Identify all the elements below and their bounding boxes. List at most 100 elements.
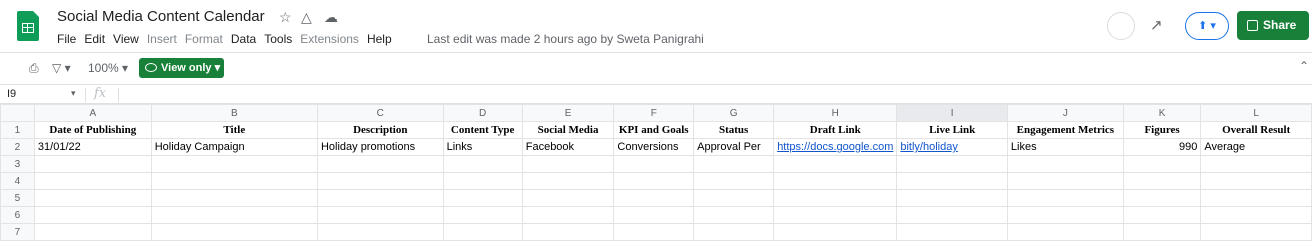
column-header-d[interactable]: D bbox=[442, 104, 523, 122]
row-header[interactable]: 1 bbox=[0, 121, 35, 139]
cell-f1[interactable]: KPI and Goals bbox=[613, 121, 695, 139]
cell-k5[interactable] bbox=[1122, 189, 1202, 207]
cell-c7[interactable] bbox=[316, 223, 444, 241]
select-all-corner[interactable] bbox=[0, 104, 35, 122]
cell-j3[interactable] bbox=[1006, 155, 1124, 173]
cell-l5[interactable] bbox=[1200, 189, 1312, 207]
cell-i4[interactable] bbox=[896, 172, 1008, 190]
cell-l2[interactable]: Average bbox=[1200, 138, 1312, 156]
cell-a4[interactable] bbox=[33, 172, 152, 190]
column-header-j[interactable]: J bbox=[1006, 104, 1124, 122]
cell-i6[interactable] bbox=[896, 206, 1008, 224]
print-icon[interactable]: ⎙ bbox=[29, 61, 39, 76]
cell-c3[interactable] bbox=[316, 155, 444, 173]
cell-e7[interactable] bbox=[521, 223, 615, 241]
cell-c5[interactable] bbox=[316, 189, 444, 207]
cell-k2[interactable]: 990 bbox=[1122, 138, 1202, 156]
menu-help[interactable]: Help bbox=[367, 32, 392, 46]
cell-j7[interactable] bbox=[1006, 223, 1124, 241]
cell-h3[interactable] bbox=[773, 155, 898, 173]
sheets-logo-icon[interactable] bbox=[17, 11, 39, 41]
cell-j6[interactable] bbox=[1006, 206, 1124, 224]
present-button[interactable]: ⬆ ▾ bbox=[1185, 12, 1229, 40]
cell-l7[interactable] bbox=[1200, 223, 1312, 241]
cell-g3[interactable] bbox=[693, 155, 775, 173]
cell-k3[interactable] bbox=[1122, 155, 1202, 173]
column-header-i[interactable]: I bbox=[896, 104, 1008, 122]
cell-e4[interactable] bbox=[521, 172, 615, 190]
menu-file[interactable]: File bbox=[57, 32, 76, 46]
cell-g2[interactable]: Approval Per bbox=[693, 138, 775, 156]
cell-k1[interactable]: Figures bbox=[1122, 121, 1202, 139]
chevron-down-icon[interactable]: ▾ bbox=[71, 88, 76, 99]
cell-j4[interactable] bbox=[1006, 172, 1124, 190]
cell-i2[interactable]: bitly/holiday bbox=[896, 138, 1008, 156]
cell-k7[interactable] bbox=[1122, 223, 1202, 241]
row-header[interactable]: 3 bbox=[0, 155, 35, 173]
cell-l1[interactable]: Overall Result bbox=[1200, 121, 1312, 139]
filter-icon[interactable]: ▽ ▾ bbox=[52, 61, 71, 75]
cell-l6[interactable] bbox=[1200, 206, 1312, 224]
cell-c6[interactable] bbox=[316, 206, 444, 224]
cell-j2[interactable]: Likes bbox=[1006, 138, 1124, 156]
cell-l3[interactable] bbox=[1200, 155, 1312, 173]
cell-f4[interactable] bbox=[613, 172, 695, 190]
column-header-b[interactable]: B bbox=[150, 104, 318, 122]
cell-k6[interactable] bbox=[1122, 206, 1202, 224]
cell-i7[interactable] bbox=[896, 223, 1008, 241]
activity-trend-icon[interactable]: ↗ bbox=[1150, 16, 1163, 34]
row-header[interactable]: 5 bbox=[0, 189, 35, 207]
cell-h6[interactable] bbox=[773, 206, 898, 224]
cell-b5[interactable] bbox=[150, 189, 318, 207]
cell-i3[interactable] bbox=[896, 155, 1008, 173]
column-header-f[interactable]: F bbox=[613, 104, 695, 122]
cell-d2[interactable]: Links bbox=[442, 138, 523, 156]
cell-a1[interactable]: Date of Publishing bbox=[33, 121, 152, 139]
cell-c2[interactable]: Holiday promotions bbox=[316, 138, 444, 156]
zoom-select[interactable]: 100% ▾ bbox=[88, 61, 128, 75]
column-header-h[interactable]: H bbox=[773, 104, 898, 122]
cell-g5[interactable] bbox=[693, 189, 775, 207]
cell-b7[interactable] bbox=[150, 223, 318, 241]
cell-d4[interactable] bbox=[442, 172, 523, 190]
cell-a7[interactable] bbox=[33, 223, 152, 241]
view-only-button[interactable]: View only ▾ bbox=[139, 58, 224, 78]
name-box[interactable]: I9 bbox=[7, 88, 16, 100]
cell-l4[interactable] bbox=[1200, 172, 1312, 190]
cell-i1[interactable]: Live Link bbox=[896, 121, 1008, 139]
document-title[interactable]: Social Media Content Calendar bbox=[57, 8, 265, 25]
cell-f3[interactable] bbox=[613, 155, 695, 173]
column-header-e[interactable]: E bbox=[521, 104, 615, 122]
cell-e3[interactable] bbox=[521, 155, 615, 173]
spreadsheet-grid[interactable]: ABCDEFGHIJKL 1 Date of Publishing Title Des… bbox=[0, 104, 1312, 241]
cell-a5[interactable] bbox=[33, 189, 152, 207]
cell-h4[interactable] bbox=[773, 172, 898, 190]
cell-a3[interactable] bbox=[33, 155, 152, 173]
cell-d7[interactable] bbox=[442, 223, 523, 241]
column-header-k[interactable]: K bbox=[1122, 104, 1202, 122]
collapse-menu-icon[interactable]: ⌃ bbox=[1299, 59, 1309, 73]
menu-edit[interactable]: Edit bbox=[84, 32, 105, 46]
column-header-a[interactable]: A bbox=[33, 104, 152, 122]
cell-k4[interactable] bbox=[1122, 172, 1202, 190]
cell-c4[interactable] bbox=[316, 172, 444, 190]
row-header[interactable]: 6 bbox=[0, 206, 35, 224]
cell-j5[interactable] bbox=[1006, 189, 1124, 207]
cell-j1[interactable]: Engagement Metrics bbox=[1006, 121, 1124, 139]
menu-tools[interactable]: Tools bbox=[264, 32, 292, 46]
cell-f2[interactable]: Conversions bbox=[613, 138, 695, 156]
row-header[interactable]: 7 bbox=[0, 223, 35, 241]
cell-e5[interactable] bbox=[521, 189, 615, 207]
row-header[interactable]: 2 bbox=[0, 138, 35, 156]
share-button[interactable]: Share bbox=[1237, 11, 1309, 40]
cell-h2[interactable]: https://docs.google.com bbox=[773, 138, 898, 156]
cell-h1[interactable]: Draft Link bbox=[773, 121, 898, 139]
menu-view[interactable]: View bbox=[113, 32, 139, 46]
cell-h5[interactable] bbox=[773, 189, 898, 207]
cell-a6[interactable] bbox=[33, 206, 152, 224]
cell-d5[interactable] bbox=[442, 189, 523, 207]
cell-b6[interactable] bbox=[150, 206, 318, 224]
cell-a2[interactable]: 31/01/22 bbox=[33, 138, 152, 156]
cell-g4[interactable] bbox=[693, 172, 775, 190]
cell-b1[interactable]: Title bbox=[150, 121, 318, 139]
